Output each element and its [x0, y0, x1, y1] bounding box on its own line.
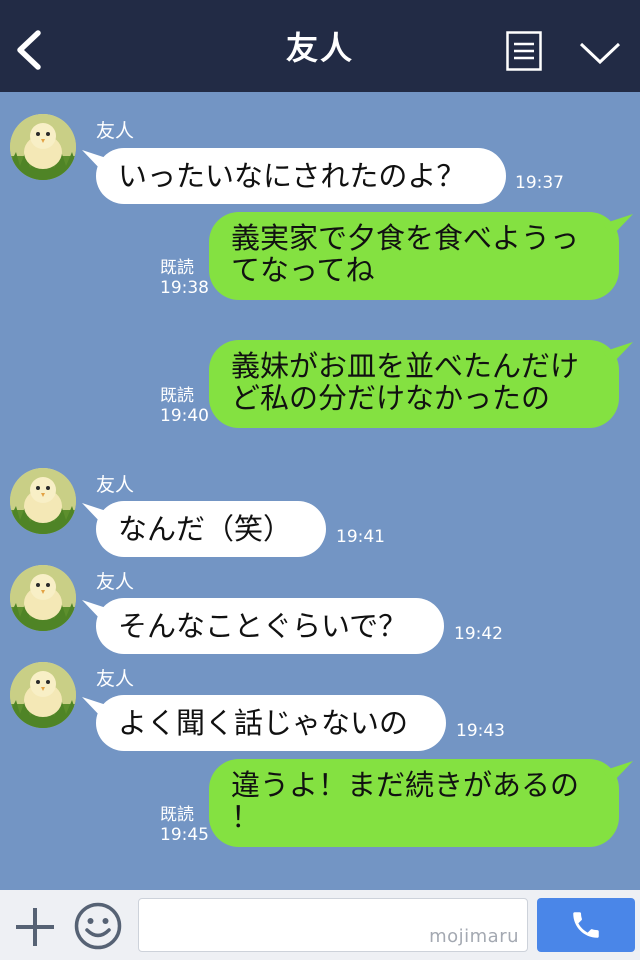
watermark: mojimaru [429, 926, 519, 947]
message-input[interactable]: mojimaru [138, 898, 528, 952]
sender-name: 友人 [96, 474, 135, 496]
chevron-down-icon [579, 42, 621, 65]
input-bar: mojimaru [0, 890, 640, 960]
chick-avatar [10, 114, 76, 180]
message-text-line: なんだ（笑） [118, 512, 293, 546]
incoming-message-bubble[interactable]: いったいなにされたのよ？ [96, 148, 506, 204]
message-time: 19:41 [336, 527, 385, 547]
back-button[interactable] [12, 30, 46, 70]
sender-name: 友人 [96, 571, 135, 593]
read-label: 既読 [160, 258, 194, 278]
chick-avatar [10, 565, 76, 631]
read-receipt: 既読 19:40 [160, 386, 209, 426]
incoming-message-bubble[interactable]: そんなことぐらいで？ [96, 598, 444, 654]
incoming-message-bubble[interactable]: よく聞く話じゃないの [96, 695, 446, 751]
smiley-icon [74, 902, 122, 950]
call-button[interactable] [537, 898, 635, 952]
read-receipt: 既読 19:38 [160, 258, 209, 298]
chat-title: 友人 [285, 29, 354, 67]
outgoing-message-bubble[interactable]: 違うよ！まだ続きがあるの！ [209, 759, 619, 847]
message-time: 19:40 [160, 406, 209, 426]
sender-name: 友人 [96, 668, 135, 690]
emoji-button[interactable] [74, 902, 122, 950]
message-text-line: そんなことぐらいで？ [118, 609, 408, 643]
message-text-line: 義実家で夕食を食べようっ [231, 221, 580, 255]
read-receipt: 既読 19:45 [160, 805, 209, 845]
chick-avatar [10, 662, 76, 728]
avatar[interactable] [10, 468, 76, 534]
phone-icon [573, 912, 599, 938]
outgoing-message-bubble[interactable]: 義実家で夕食を食べようっ てなってね [209, 212, 619, 300]
message-time: 19:42 [454, 624, 503, 644]
message-time: 19:37 [515, 173, 564, 193]
message-text-line: 違うよ！まだ続きがあるの [231, 768, 580, 802]
read-label: 既読 [160, 805, 194, 825]
avatar[interactable] [10, 662, 76, 728]
plus-icon [16, 908, 54, 946]
incoming-message-bubble[interactable]: なんだ（笑） [96, 501, 326, 557]
message-text-line: てなってね [231, 253, 375, 287]
outgoing-message-bubble[interactable]: 義妹がお皿を並べたんだけ ど私の分だけなかったの [209, 340, 619, 428]
message-time: 19:38 [160, 278, 209, 298]
chevron-left-icon [17, 30, 41, 70]
chat-header: 友人 [0, 0, 640, 92]
avatar[interactable] [10, 114, 76, 180]
message-text-line: 義妹がお皿を並べたんだけ [231, 349, 580, 383]
read-label: 既読 [160, 386, 194, 406]
message-text-line: ど私の分だけなかったの [231, 381, 551, 415]
message-text-line: ！ [231, 800, 261, 834]
sender-name: 友人 [96, 120, 135, 142]
document-list-icon [506, 31, 542, 71]
menu-button[interactable] [506, 31, 542, 71]
message-text-line: よく聞く話じゃないの [118, 706, 409, 740]
add-button[interactable] [14, 906, 56, 948]
dropdown-button[interactable] [578, 38, 622, 68]
avatar[interactable] [10, 565, 76, 631]
message-time: 19:45 [160, 825, 209, 845]
message-time: 19:43 [456, 721, 505, 741]
chick-avatar [10, 468, 76, 534]
message-text-line: いったいなにされたのよ？ [118, 159, 466, 193]
